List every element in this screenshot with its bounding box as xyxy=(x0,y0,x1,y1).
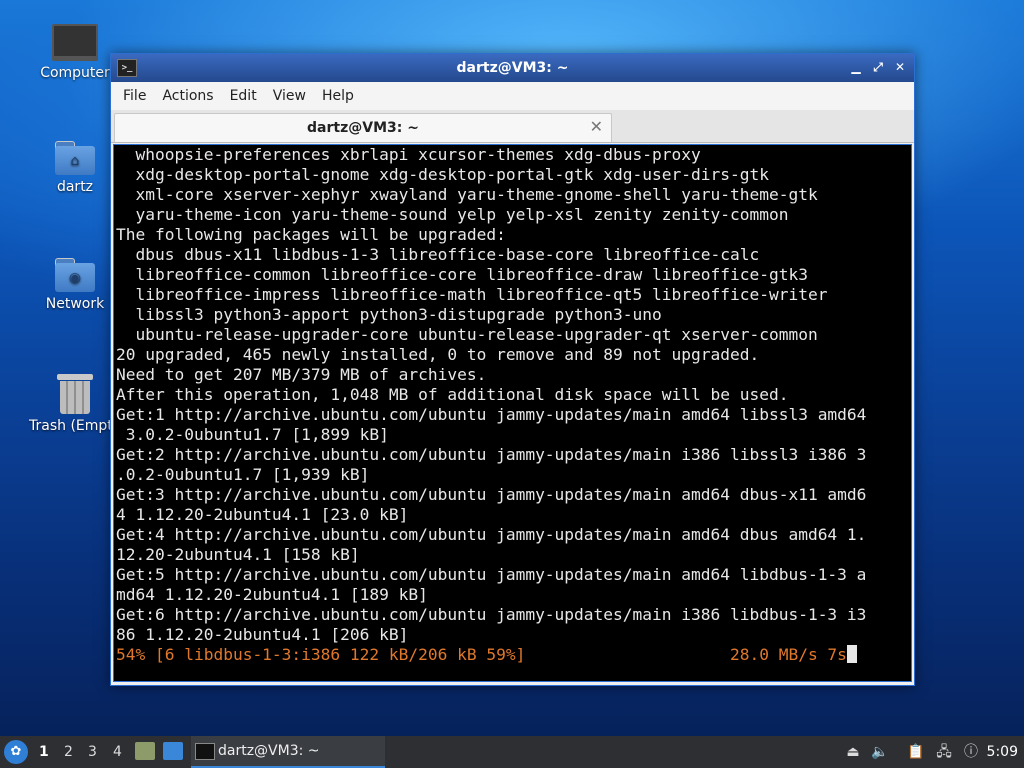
desktop-icon-network[interactable]: ◉ Network xyxy=(29,258,121,312)
terminal-line: dbus dbus-x11 libdbus-1-3 libreoffice-ba… xyxy=(116,245,760,264)
network-icon[interactable]: 🖧 xyxy=(935,743,953,761)
desktop-icon-label: Trash (Empty) xyxy=(29,418,127,434)
terminal-line: whoopsie-preferences xbrlapi xcursor-the… xyxy=(116,145,701,164)
terminal-line: Get:5 http://archive.ubuntu.com/ubuntu j… xyxy=(116,565,867,584)
maximize-button[interactable]: ⤢ xyxy=(870,58,886,76)
desktop-icon-label: Network xyxy=(45,296,105,312)
terminal-window: >_ dartz@VM3: ~ ▁ ⤢ ✕ File Actions Edit … xyxy=(110,53,915,686)
volume-icon[interactable]: 🔈 xyxy=(871,743,889,761)
upload-icon[interactable]: ⏏ xyxy=(844,743,862,761)
terminal-line: md64 1.12.20-2ubuntu4.1 [189 kB] xyxy=(116,585,428,604)
progress-line: 54% [6 libdbus-1-3:i386 122 kB/206 kB 59… xyxy=(116,645,847,664)
terminal-line: ubuntu-release-upgrader-core ubuntu-rele… xyxy=(116,325,818,344)
clipboard-icon[interactable]: 📋 xyxy=(907,743,925,761)
terminal-line: xml-core xserver-xephyr xwayland yaru-th… xyxy=(116,185,818,204)
update-notifier-icon[interactable]: ⓘ xyxy=(962,743,980,761)
menu-view[interactable]: View xyxy=(265,88,314,104)
home-folder-icon: ⌂ xyxy=(55,141,95,175)
workspace-4[interactable]: 4 xyxy=(113,744,122,760)
menu-file[interactable]: File xyxy=(115,88,154,104)
terminal-line: 86 1.12.20-2ubuntu4.1 [206 kB] xyxy=(116,625,409,644)
taskbar-item-label: dartz@VM3: ~ xyxy=(218,743,320,759)
terminal-output[interactable]: whoopsie-preferences xbrlapi xcursor-the… xyxy=(113,144,912,682)
terminal-line: libreoffice-common libreoffice-core libr… xyxy=(116,265,808,284)
terminal-line: Need to get 207 MB/379 MB of archives. xyxy=(116,365,487,384)
desktop-icon-computer[interactable]: Computer xyxy=(29,24,121,81)
terminal-line: 4 1.12.20-2ubuntu4.1 [23.0 kB] xyxy=(116,505,409,524)
terminal-line: .0.2-0ubuntu1.7 [1,939 kB] xyxy=(116,465,370,484)
tab-title: dartz@VM3: ~ xyxy=(307,120,419,136)
terminal-line: Get:4 http://archive.ubuntu.com/ubuntu j… xyxy=(116,525,867,544)
terminal-line: The following packages will be upgraded: xyxy=(116,225,506,244)
desktop-icon-label: Computer xyxy=(40,65,110,81)
terminal-line: Get:1 http://archive.ubuntu.com/ubuntu j… xyxy=(116,405,867,424)
window-title: dartz@VM3: ~ xyxy=(456,60,569,76)
menu-help[interactable]: Help xyxy=(314,88,362,104)
terminal-line: libreoffice-impress libreoffice-math lib… xyxy=(116,285,828,304)
desktop-icon-trash[interactable]: Trash (Empty) xyxy=(29,374,127,434)
clock[interactable]: 5:09 xyxy=(987,744,1018,760)
network-folder-icon: ◉ xyxy=(55,258,95,292)
minimize-button[interactable]: ▁ xyxy=(848,58,864,76)
computer-icon xyxy=(52,24,98,61)
terminal-icon xyxy=(195,743,215,760)
terminal-line: Get:2 http://archive.ubuntu.com/ubuntu j… xyxy=(116,445,867,464)
trash-icon xyxy=(57,374,93,414)
terminal-lines: whoopsie-preferences xbrlapi xcursor-the… xyxy=(114,145,911,645)
terminal-line: After this operation, 1,048 MB of additi… xyxy=(116,385,789,404)
tab-bar: dartz@VM3: ~ ✕ xyxy=(111,110,914,143)
menu-actions[interactable]: Actions xyxy=(154,88,221,104)
terminal-line: libssl3 python3-apport python3-distupgra… xyxy=(116,305,662,324)
file-manager-icon[interactable] xyxy=(135,742,155,760)
terminal-line: yaru-theme-icon yaru-theme-sound yelp ye… xyxy=(116,205,789,224)
terminal-line: xdg-desktop-portal-gnome xdg-desktop-por… xyxy=(116,165,769,184)
terminal-line: 12.20-2ubuntu4.1 [158 kB] xyxy=(116,545,360,564)
workspace-3[interactable]: 3 xyxy=(88,744,97,760)
taskbar: ✿ 1 2 3 4 dartz@VM3: ~ ⏏ 🔈 📋 🖧 ⓘ 5:09 xyxy=(0,736,1024,768)
workspace-2[interactable]: 2 xyxy=(64,744,73,760)
desktop-icon-home[interactable]: ⌂ dartz xyxy=(29,141,121,195)
terminal-cursor xyxy=(846,645,857,663)
window-titlebar[interactable]: >_ dartz@VM3: ~ ▁ ⤢ ✕ xyxy=(111,54,914,82)
tab-close-icon[interactable]: ✕ xyxy=(590,117,603,136)
tab-terminal[interactable]: dartz@VM3: ~ ✕ xyxy=(114,113,612,142)
terminal-line: Get:3 http://archive.ubuntu.com/ubuntu j… xyxy=(116,485,867,504)
menu-bar: File Actions Edit View Help xyxy=(111,82,914,110)
desktop-icon-label: dartz xyxy=(56,179,94,195)
start-menu-icon[interactable]: ✿ xyxy=(4,740,28,764)
taskbar-item-terminal[interactable]: dartz@VM3: ~ xyxy=(191,736,385,768)
terminal-line: Get:6 http://archive.ubuntu.com/ubuntu j… xyxy=(116,605,867,624)
terminal-line: 20 upgraded, 465 newly installed, 0 to r… xyxy=(116,345,760,364)
show-desktop-icon[interactable] xyxy=(163,742,183,760)
terminal-line: 3.0.2-0ubuntu1.7 [1,899 kB] xyxy=(116,425,389,444)
workspace-1[interactable]: 1 xyxy=(39,744,49,760)
menu-edit[interactable]: Edit xyxy=(222,88,265,104)
close-button[interactable]: ✕ xyxy=(892,58,908,76)
